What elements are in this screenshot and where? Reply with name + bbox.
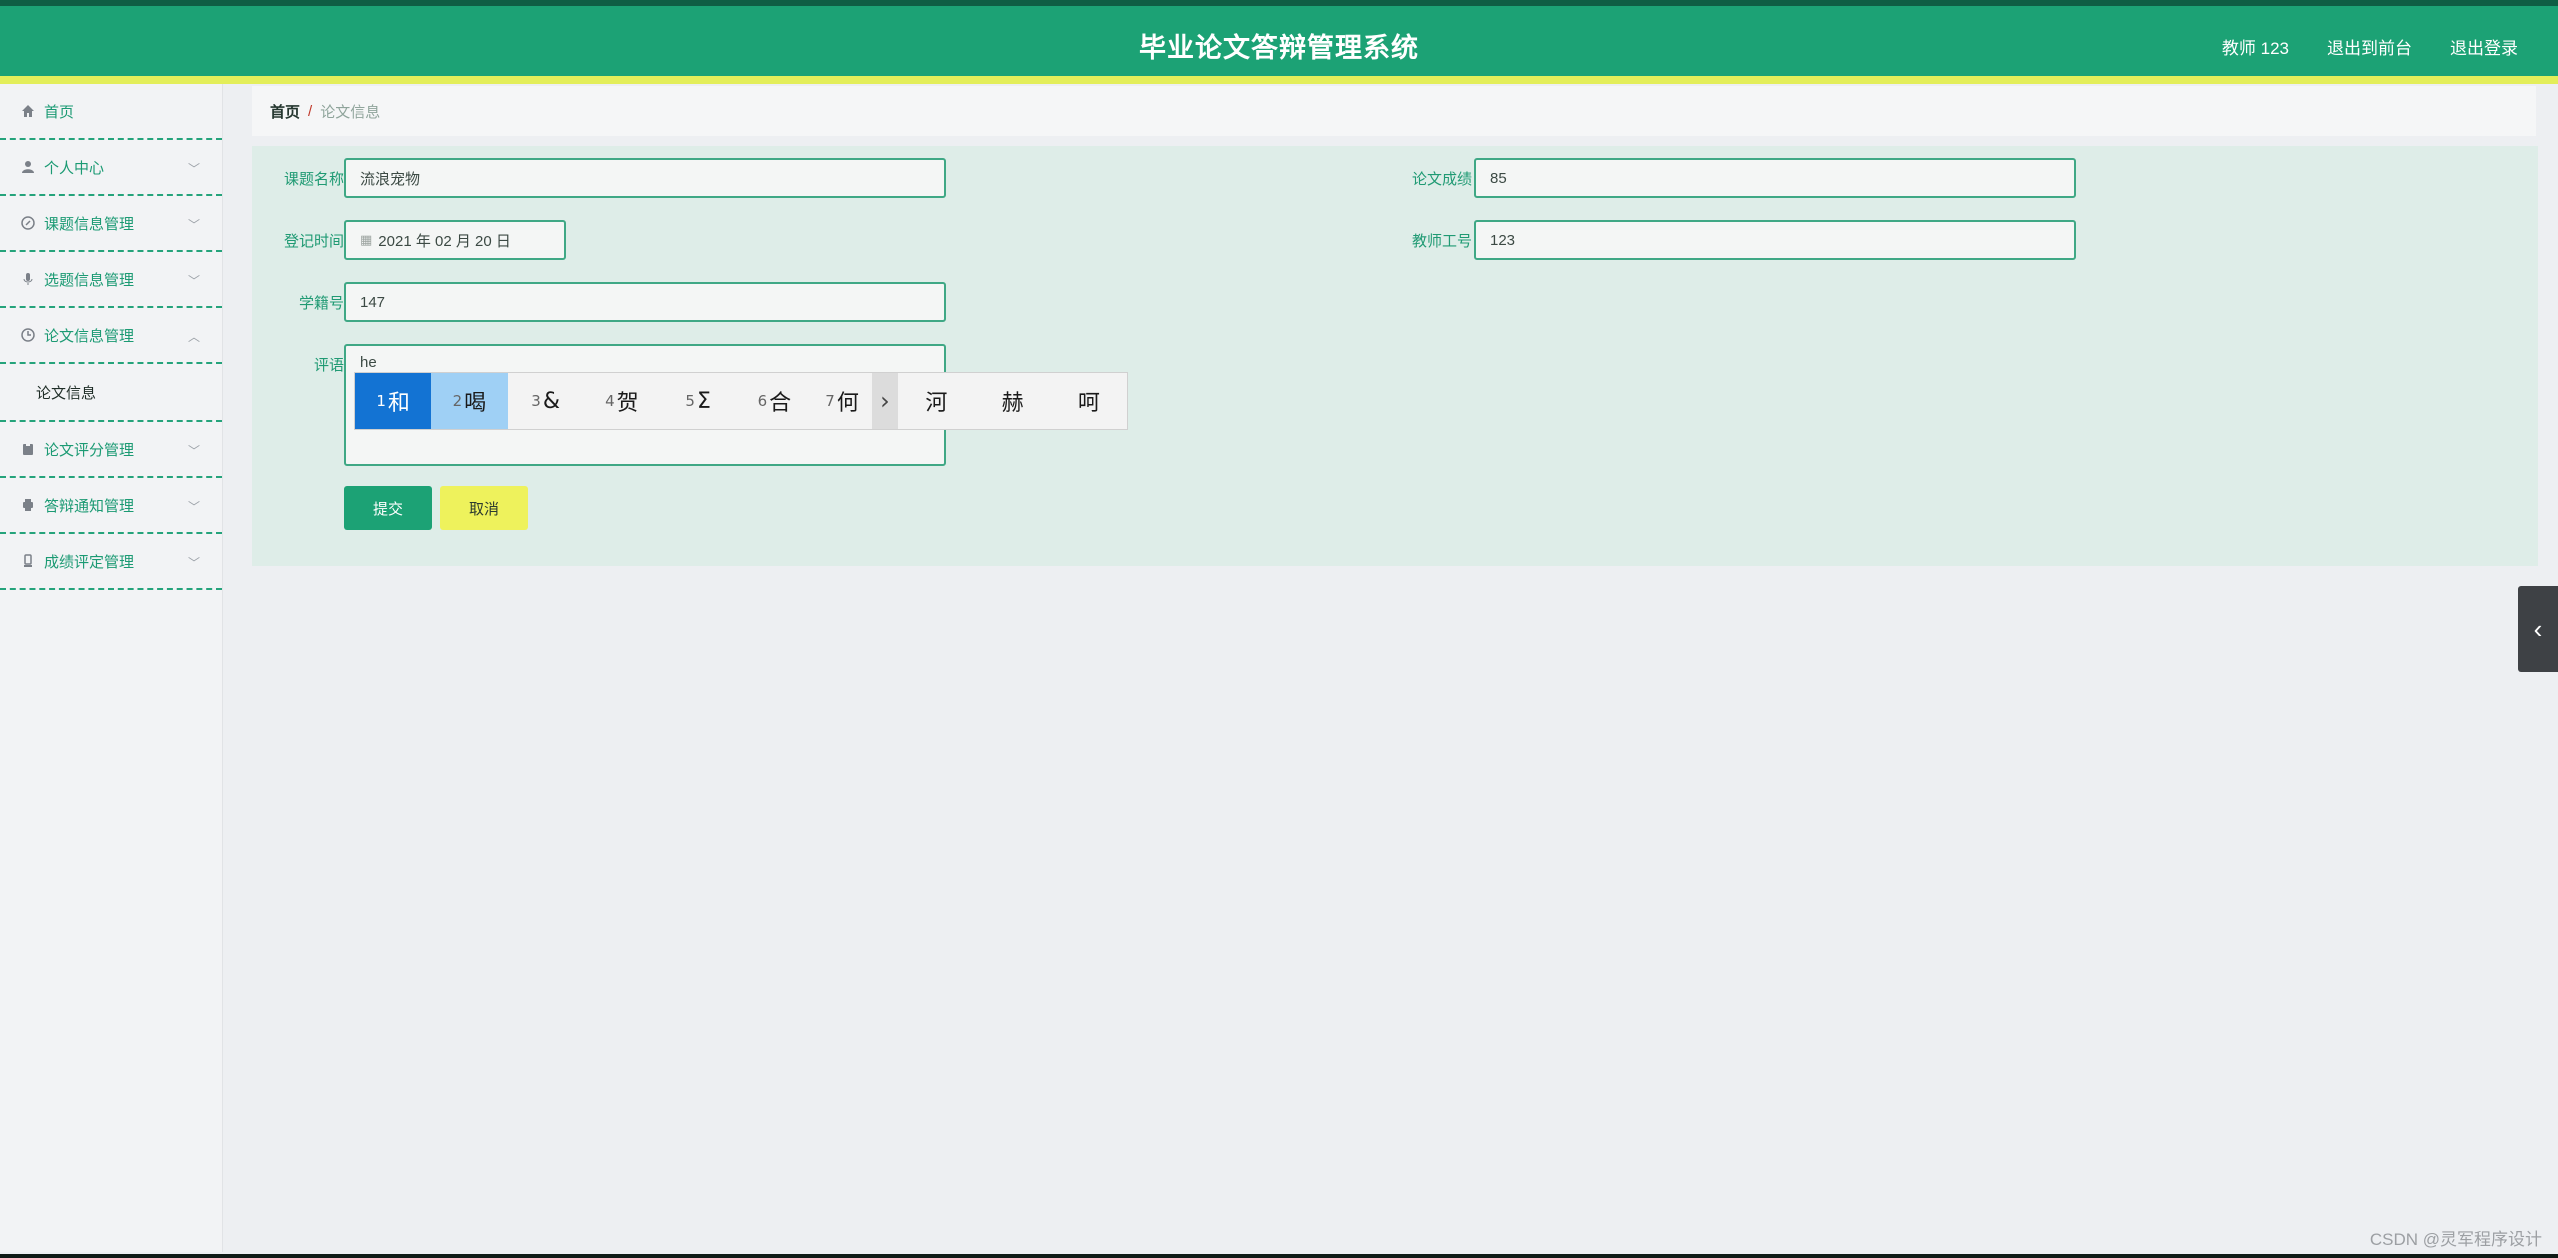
sidebar-item-grade-management[interactable]: 成绩评定管理 ﹀ (0, 534, 222, 590)
sidebar-item-label: 答辩通知管理 (44, 497, 135, 515)
sidebar-item-label: 论文信息管理 (44, 327, 135, 345)
sidebar-item-label: 成绩评定管理 (44, 553, 135, 571)
sidebar-item-notice-management[interactable]: 答辩通知管理 ﹀ (0, 478, 222, 534)
sidebar-item-label: 课题信息管理 (44, 215, 135, 233)
sidebar: 首页 个人中心 ﹀ 课题信息管理 ﹀ 选题信息管理 ﹀ 论文信息管理 ︿ 论文信… (0, 84, 223, 1252)
ime-candidate[interactable]: 4贺 (584, 373, 660, 429)
window-bottom-border (0, 1254, 2558, 1258)
compass-icon (20, 215, 36, 231)
sidebar-item-score-management[interactable]: 论文评分管理 ﹀ (0, 422, 222, 478)
ime-candidate[interactable]: 5Σ (660, 373, 736, 429)
sidebar-subitem-thesis-info[interactable]: 论文信息 (0, 364, 222, 422)
register-time-datepicker[interactable]: ▦ 2021 年 02 月 20 日 (344, 220, 566, 260)
sidebar-item-label: 选题信息管理 (44, 271, 135, 289)
breadcrumb: 首页 / 论文信息 (252, 86, 2536, 136)
chevron-down-icon: ﹀ (187, 218, 200, 232)
app-title: 毕业论文答辩管理系统 (1139, 33, 1419, 63)
side-panel-toggle[interactable]: ‹ (2518, 586, 2558, 672)
chevron-down-icon: ﹀ (187, 500, 200, 514)
sidebar-item-topic-management[interactable]: 课题信息管理 ﹀ (0, 196, 222, 252)
student-id-label: 学籍号 (298, 295, 344, 312)
home-icon (20, 103, 36, 119)
thesis-score-input[interactable]: 85 (1474, 158, 2076, 198)
mic-icon (20, 271, 36, 287)
ime-candidate[interactable]: 呵 (1051, 373, 1127, 429)
breadcrumb-separator: / (308, 102, 313, 120)
sidebar-item-label: 论文评分管理 (44, 441, 135, 459)
ime-expand-icon[interactable]: › (871, 373, 899, 429)
ime-candidate[interactable]: 6合 (736, 373, 812, 429)
back-to-front-link[interactable]: 退出到前台 (2327, 34, 2412, 59)
clock-icon (20, 327, 36, 343)
ime-candidate[interactable]: 1和 (355, 373, 432, 429)
ime-candidate[interactable]: 3 & (508, 373, 584, 429)
clipboard-icon (20, 441, 36, 457)
current-user-label: 教师 123 (2221, 39, 2289, 58)
sidebar-item-selection-management[interactable]: 选题信息管理 ﹀ (0, 252, 222, 308)
thesis-score-label: 论文成绩 (1411, 171, 1472, 188)
header-actions: 教师 123 退出到前台 退出登录 (2222, 34, 2518, 59)
ime-candidate[interactable]: 赫 (975, 373, 1051, 429)
ime-candidate-bar: 1和 2喝 3 & 4贺 5Σ 6合 7何 › 河 赫 呵 (354, 372, 1128, 430)
comment-label: 评语 (313, 357, 344, 374)
sidebar-item-personal-center[interactable]: 个人中心 ﹀ (0, 140, 222, 196)
teacher-id-label: 教师工号 (1411, 233, 1472, 250)
chevron-down-icon: ﹀ (187, 556, 200, 570)
chevron-down-icon: ﹀ (187, 162, 200, 176)
logout-link[interactable]: 退出登录 (2450, 34, 2518, 59)
submit-button[interactable]: 提交 (344, 486, 432, 530)
watermark: CSDN @灵军程序设计 (2369, 1230, 2542, 1249)
thesis-form: 课题名称 流浪宠物 论文成绩 85 登记时间 ▦ 2021 年 02 月 20 … (252, 146, 2538, 566)
chevron-up-icon: ︿ (187, 330, 200, 344)
badge-icon (20, 553, 36, 569)
breadcrumb-current: 论文信息 (320, 103, 381, 121)
printer-icon (20, 497, 36, 513)
cancel-button[interactable]: 取消 (440, 486, 528, 530)
header-accent-stripe (0, 76, 2558, 84)
ime-candidate[interactable]: 河 (898, 373, 974, 429)
chevron-down-icon: ﹀ (187, 444, 200, 458)
top-header: 毕业论文答辩管理系统 教师 123 退出到前台 退出登录 (0, 0, 2558, 84)
sidebar-item-home[interactable]: 首页 (0, 84, 222, 140)
sidebar-item-thesis-management[interactable]: 论文信息管理 ︿ (0, 308, 222, 364)
chevron-down-icon: ﹀ (187, 274, 200, 288)
ime-candidate[interactable]: 2喝 (431, 373, 508, 429)
ime-candidate[interactable]: 7何 (813, 373, 872, 429)
sidebar-item-label: 个人中心 (44, 159, 105, 177)
register-time-label: 登记时间 (283, 233, 344, 250)
user-icon (20, 159, 36, 175)
topic-name-label: 课题名称 (283, 171, 344, 188)
breadcrumb-home[interactable]: 首页 (270, 101, 300, 122)
register-time-value: 2021 年 02 月 20 日 (378, 232, 511, 250)
calendar-icon: ▦ (360, 232, 373, 247)
sidebar-item-label: 首页 (44, 103, 75, 121)
teacher-id-input[interactable]: 123 (1474, 220, 2076, 260)
student-id-input[interactable]: 147 (344, 282, 946, 322)
topic-name-input[interactable]: 流浪宠物 (344, 158, 946, 198)
